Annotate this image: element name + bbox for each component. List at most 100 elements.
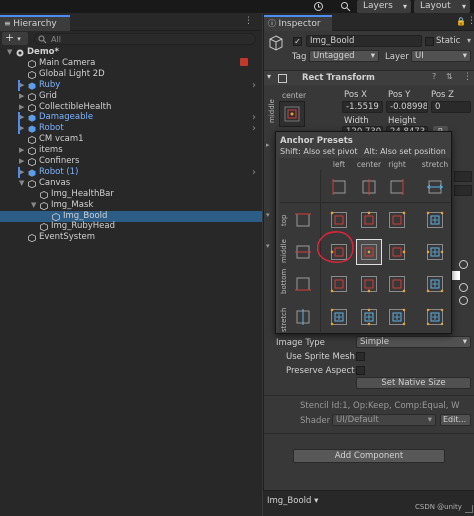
use-sprite-mesh-checkbox[interactable] xyxy=(356,352,365,361)
target-icon[interactable] xyxy=(459,260,468,269)
hierarchy-item[interactable]: ▶ Grid xyxy=(0,91,262,102)
preset-top-row[interactable] xyxy=(291,208,315,232)
open-prefab-arrow-icon[interactable]: › xyxy=(252,123,256,134)
open-prefab-arrow-icon[interactable]: › xyxy=(252,112,256,123)
panel-menu-icon[interactable]: ⋮ xyxy=(244,16,253,26)
layer-dropdown[interactable]: UI ▾ xyxy=(411,50,471,62)
expand-arrow-icon[interactable]: ▼ xyxy=(7,47,12,58)
chevron-down-icon[interactable]: ▾ xyxy=(467,36,471,45)
more-icon[interactable]: ⋮ xyxy=(463,72,472,82)
preset-middle-stretch[interactable] xyxy=(423,240,447,264)
open-prefab-arrow-icon[interactable]: › xyxy=(252,80,256,91)
layout-dropdown[interactable]: Layout ▾ xyxy=(414,0,470,13)
hierarchy-item[interactable]: Img_Boold xyxy=(0,210,262,222)
anchor-preset-button[interactable] xyxy=(279,101,305,127)
hierarchy-item[interactable]: ▼ Canvas xyxy=(0,178,262,189)
rect-transform-header[interactable]: ▾ Rect Transform ? ⇅ ⋮ xyxy=(264,70,474,85)
image-type-dropdown[interactable]: Simple ▾ xyxy=(356,336,471,348)
rect-transform-title: Rect Transform xyxy=(302,73,375,83)
hierarchy-item[interactable]: ▼ Img_Mask xyxy=(0,200,262,211)
hierarchy-item[interactable]: ▶ Ruby › xyxy=(0,79,262,91)
set-native-size-button[interactable]: Set Native Size xyxy=(356,377,471,389)
layers-label: Layers xyxy=(363,1,393,11)
hierarchy-item-label: Img_RubyHead xyxy=(51,221,115,232)
preset-stretch-column[interactable] xyxy=(423,175,447,199)
expand-arrow-icon[interactable]: ▾ xyxy=(266,242,270,250)
hierarchy-item[interactable]: ▶ items xyxy=(0,145,262,156)
hierarchy-item[interactable]: Img_HealthBar xyxy=(0,189,262,200)
expand-arrow-icon[interactable]: ▾ xyxy=(266,211,270,219)
collapse-arrow-icon[interactable]: ▶ xyxy=(19,145,24,156)
preset-stretch-row[interactable] xyxy=(291,305,315,329)
preset-top-stretch[interactable] xyxy=(423,208,447,232)
preset-stretch-stretch[interactable] xyxy=(423,305,447,329)
tab-inspector[interactable]: ⓘ Inspector xyxy=(264,15,332,31)
top-toolbar: Layers ▾ Layout ▾ xyxy=(0,0,474,13)
preset-right-column[interactable] xyxy=(385,175,409,199)
expand-arrow-icon[interactable]: ▸ xyxy=(266,141,270,149)
active-checkbox[interactable]: ✓ xyxy=(293,37,302,46)
panel-menu-icon[interactable]: ⋮ xyxy=(467,16,474,26)
resize-handle[interactable] xyxy=(465,505,473,513)
preserve-aspect-checkbox[interactable] xyxy=(356,366,365,375)
hierarchy-item[interactable]: Main Camera xyxy=(0,58,262,69)
shader-edit-button[interactable]: Edit... xyxy=(440,414,471,426)
history-icon[interactable] xyxy=(313,1,324,12)
collapse-arrow-icon[interactable]: ▶ xyxy=(19,102,24,113)
static-checkbox[interactable] xyxy=(425,37,434,46)
expand-arrow-icon[interactable]: ▼ xyxy=(31,200,36,211)
hierarchy-item[interactable]: ▶ Damageable › xyxy=(0,112,262,124)
collapse-arrow-icon[interactable]: ▶ xyxy=(19,91,24,102)
target-icon[interactable] xyxy=(459,283,468,292)
hierarchy-search-input[interactable]: All xyxy=(34,33,256,45)
hierarchy-item[interactable]: CM vcam1 xyxy=(0,134,262,145)
hierarchy-item[interactable]: ▶ Robot (1) › xyxy=(0,166,262,178)
hierarchy-item-label: EventSystem xyxy=(39,232,96,243)
pos-z-field[interactable]: 0 xyxy=(431,101,471,113)
tab-hierarchy[interactable]: ≡ Hierarchy xyxy=(0,15,70,31)
gameobject-cube-icon xyxy=(40,223,48,232)
preset-stretch-right[interactable] xyxy=(385,305,409,329)
preset-left-column[interactable] xyxy=(327,175,351,199)
preset-top-right[interactable] xyxy=(385,208,409,232)
preset-bottom-row[interactable] xyxy=(291,272,315,296)
target-icon[interactable] xyxy=(459,296,468,305)
layers-dropdown[interactable]: Layers ▾ xyxy=(357,0,411,13)
object-name-field[interactable]: Img_Boold xyxy=(306,35,422,47)
hierarchy-item[interactable]: Global Light 2D xyxy=(0,69,262,80)
pos-y-field[interactable]: -0.08998 xyxy=(386,101,428,113)
gameobject-cube-icon xyxy=(52,212,60,221)
preset-stretch-left[interactable] xyxy=(327,305,351,329)
preset-middle-right[interactable] xyxy=(385,240,409,264)
hierarchy-item[interactable]: ▼ Demo* xyxy=(0,47,262,58)
hierarchy-item[interactable]: Img_RubyHead xyxy=(0,221,262,232)
preset-top-center[interactable] xyxy=(357,208,381,232)
preset-bottom-left[interactable] xyxy=(327,272,351,296)
search-icon[interactable] xyxy=(340,1,351,12)
lock-icon[interactable]: 🔒 xyxy=(456,17,466,26)
hierarchy-item[interactable]: EventSystem xyxy=(0,232,262,243)
preset-bottom-stretch[interactable] xyxy=(423,272,447,296)
collapse-arrow-icon[interactable]: ▶ xyxy=(19,156,24,167)
tag-dropdown[interactable]: Untagged ▾ xyxy=(309,50,379,62)
help-icon[interactable]: ? xyxy=(432,72,436,81)
preset-middle-row[interactable] xyxy=(291,240,315,264)
hierarchy-item[interactable]: ▶ Robot › xyxy=(0,123,262,135)
footer-object-selector[interactable]: Img_Boold ▾ xyxy=(267,496,318,506)
chevron-down-icon: ▾ xyxy=(427,415,432,425)
color-swatch[interactable] xyxy=(451,271,460,280)
preset-bottom-right[interactable] xyxy=(385,272,409,296)
open-prefab-arrow-icon[interactable]: › xyxy=(252,167,256,178)
create-button[interactable]: + ▾ xyxy=(2,32,28,45)
add-component-button[interactable]: Add Component xyxy=(293,449,445,463)
preset-center-column[interactable] xyxy=(357,175,381,199)
expand-arrow-icon[interactable]: ▼ xyxy=(19,178,24,189)
hierarchy-item[interactable]: ▶ Confiners xyxy=(0,156,262,167)
settings-icon[interactable]: ⇅ xyxy=(446,72,453,81)
hierarchy-item[interactable]: ▶ CollectibleHealth xyxy=(0,102,262,113)
chevron-down-icon: ▾ xyxy=(267,72,272,81)
preset-stretch-center[interactable] xyxy=(357,305,381,329)
preset-middle-center[interactable] xyxy=(356,239,382,265)
pos-x-field[interactable]: -1.5519 xyxy=(342,101,383,113)
preset-bottom-center[interactable] xyxy=(357,272,381,296)
